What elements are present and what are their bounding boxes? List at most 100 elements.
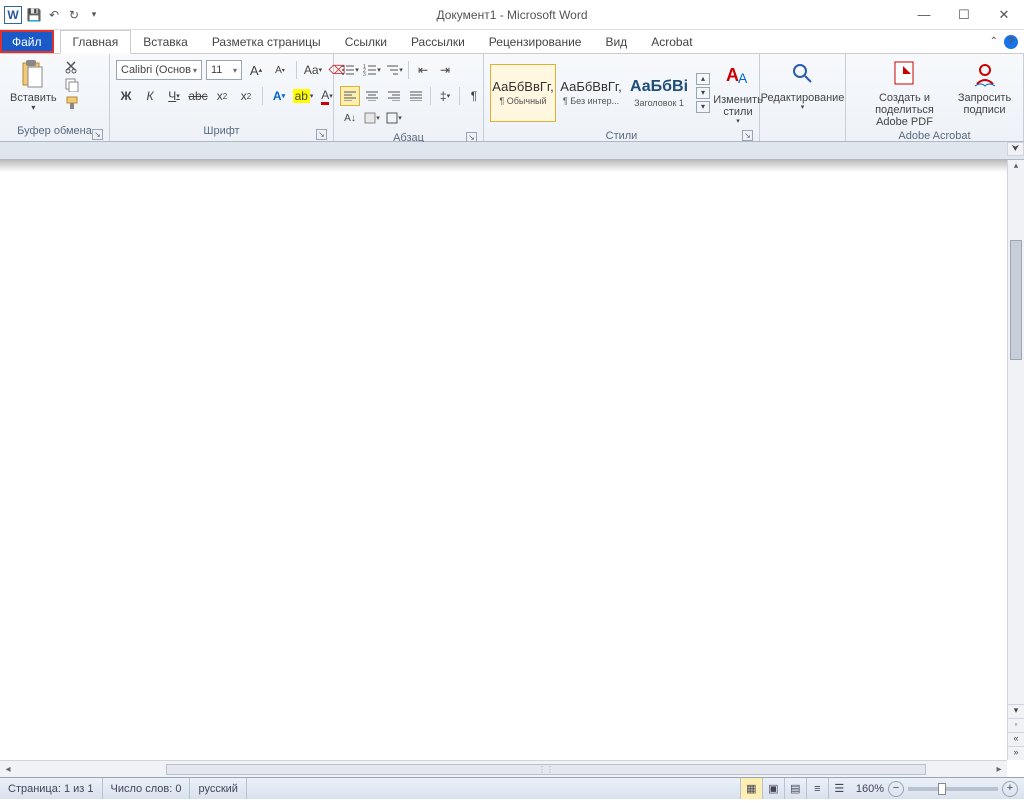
status-bar: Страница: 1 из 1 Число слов: 0 русский ▦…: [0, 777, 1024, 799]
browse-object-icon[interactable]: ◦: [1008, 718, 1024, 732]
line-spacing-icon[interactable]: ‡▾: [435, 86, 455, 106]
tab-references[interactable]: Ссылки: [333, 30, 399, 53]
superscript-icon[interactable]: x2: [236, 86, 256, 106]
ribbon: Вставить ▾ Буфер обмена ↘ Calibri (Основ…: [0, 54, 1024, 142]
paste-button[interactable]: Вставить ▾: [4, 56, 63, 115]
group-editing-label: [764, 125, 841, 141]
bullets-icon[interactable]: ▾: [340, 60, 360, 80]
show-marks-icon[interactable]: ¶: [464, 86, 484, 106]
close-button[interactable]: ✕: [984, 0, 1024, 30]
font-name-combo[interactable]: Calibri (Основ▾: [116, 60, 202, 80]
styles-scroll-down-icon[interactable]: ▾: [696, 87, 710, 99]
clipboard-dialog-launcher[interactable]: ↘: [92, 129, 103, 140]
italic-icon[interactable]: К: [140, 86, 160, 106]
copy-icon[interactable]: [65, 78, 83, 92]
qat-customize-icon[interactable]: ▾: [86, 7, 102, 23]
shrink-font-icon[interactable]: A▾: [270, 60, 290, 80]
word-count[interactable]: Число слов: 0: [103, 778, 191, 799]
tab-acrobat[interactable]: Acrobat: [639, 30, 704, 53]
scroll-up-icon[interactable]: ▴: [1008, 160, 1024, 176]
style-heading-1[interactable]: АаБбВі Заголовок 1: [626, 64, 692, 122]
find-button[interactable]: Редактирование▾: [755, 56, 851, 114]
style-normal[interactable]: АаБбВвГг, ¶ Обычный: [490, 64, 556, 122]
tab-home[interactable]: Главная: [60, 30, 132, 54]
styles-dialog-launcher[interactable]: ↘: [742, 130, 753, 141]
zoom-slider-knob[interactable]: [938, 783, 946, 795]
subscript-icon[interactable]: x2: [212, 86, 232, 106]
document-area[interactable]: [0, 160, 1007, 760]
styles-gallery-scroll: ▴ ▾ ▾: [696, 73, 710, 113]
grow-font-icon[interactable]: A▴: [246, 60, 266, 80]
draft-view-icon[interactable]: ☰: [828, 778, 850, 799]
vertical-scrollbar[interactable]: ▴ ▾ ◦ « »: [1007, 160, 1024, 760]
zoom-slider[interactable]: [908, 787, 998, 791]
increase-indent-icon[interactable]: ⇥: [435, 60, 455, 80]
page-surface[interactable]: [0, 172, 1007, 760]
undo-icon[interactable]: ↶: [46, 7, 62, 23]
style-no-spacing[interactable]: АаБбВвГг, ¶ Без интер...: [558, 64, 624, 122]
multilevel-list-icon[interactable]: ▾: [384, 60, 404, 80]
page-status[interactable]: Страница: 1 из 1: [0, 778, 103, 799]
minimize-button[interactable]: —: [904, 0, 944, 30]
save-icon[interactable]: 💾: [26, 7, 42, 23]
request-signatures-button[interactable]: Запросить подписи: [955, 56, 1015, 118]
view-mode-buttons: ▦ ▣ ▤ ≡ ☰: [740, 778, 850, 799]
font-size-combo[interactable]: 11▾: [206, 60, 242, 80]
tab-review[interactable]: Рецензирование: [477, 30, 594, 53]
expand-ribbon-icon[interactable]: ⮟: [1007, 142, 1024, 156]
styles-scroll-up-icon[interactable]: ▴: [696, 73, 710, 85]
outline-view-icon[interactable]: ≡: [806, 778, 828, 799]
group-editing: Редактирование▾: [760, 54, 846, 141]
paste-icon: [17, 58, 49, 90]
decrease-indent-icon[interactable]: ⇤: [413, 60, 433, 80]
horizontal-scroll-thumb[interactable]: ⋮⋮: [166, 764, 926, 775]
format-painter-icon[interactable]: [65, 96, 83, 110]
tab-insert[interactable]: Вставка: [131, 30, 200, 53]
styles-expand-icon[interactable]: ▾: [696, 101, 710, 113]
tab-mailings[interactable]: Рассылки: [399, 30, 477, 53]
web-layout-view-icon[interactable]: ▤: [784, 778, 806, 799]
minimize-ribbon-icon[interactable]: ⌃: [990, 36, 998, 47]
horizontal-ruler[interactable]: ⮟: [0, 142, 1024, 160]
redo-icon[interactable]: ↻: [66, 7, 82, 23]
help-icon[interactable]: ?: [1004, 35, 1018, 49]
bold-icon[interactable]: Ж: [116, 86, 136, 106]
word-logo-icon[interactable]: W: [4, 6, 22, 24]
borders-icon[interactable]: ▾: [384, 108, 404, 128]
vertical-scroll-thumb[interactable]: [1010, 240, 1022, 360]
sort-icon[interactable]: A↓: [340, 108, 360, 128]
scroll-left-icon[interactable]: ◂: [0, 764, 16, 775]
horizontal-scrollbar[interactable]: ◂ ⋮⋮ ▸: [0, 760, 1007, 777]
tab-page-layout[interactable]: Разметка страницы: [200, 30, 333, 53]
prev-page-icon[interactable]: «: [1008, 732, 1024, 746]
shading-icon[interactable]: ▾: [362, 108, 382, 128]
align-left-icon[interactable]: [340, 86, 360, 106]
create-pdf-button[interactable]: Создать и поделиться Adobe PDF: [855, 56, 955, 130]
print-layout-view-icon[interactable]: ▦: [740, 778, 762, 799]
full-screen-view-icon[interactable]: ▣: [762, 778, 784, 799]
zoom-out-button[interactable]: −: [888, 781, 904, 797]
tab-file[interactable]: Файл: [0, 30, 54, 53]
group-font-label: Шрифт ↘: [114, 125, 329, 141]
scroll-down-icon[interactable]: ▾: [1008, 704, 1024, 718]
tab-view[interactable]: Вид: [593, 30, 639, 53]
numbering-icon[interactable]: 123▾: [362, 60, 382, 80]
zoom-value[interactable]: 160%: [856, 783, 884, 795]
strikethrough-icon[interactable]: abc: [188, 86, 208, 106]
align-center-icon[interactable]: [362, 86, 382, 106]
align-right-icon[interactable]: [384, 86, 404, 106]
group-acrobat-label: Adobe Acrobat: [850, 130, 1019, 142]
next-page-icon[interactable]: »: [1008, 746, 1024, 760]
svg-text:3: 3: [363, 72, 366, 76]
text-effects-icon[interactable]: A▾: [269, 86, 289, 106]
cut-icon[interactable]: [65, 60, 83, 74]
justify-icon[interactable]: [406, 86, 426, 106]
scroll-right-icon[interactable]: ▸: [991, 764, 1007, 775]
underline-icon[interactable]: Ч▾: [164, 86, 184, 106]
font-dialog-launcher[interactable]: ↘: [316, 129, 327, 140]
maximize-button[interactable]: ☐: [944, 0, 984, 30]
change-case-icon[interactable]: Aa▾: [303, 60, 323, 80]
zoom-in-button[interactable]: +: [1002, 781, 1018, 797]
language-status[interactable]: русский: [190, 778, 246, 799]
highlight-icon[interactable]: ab▾: [293, 86, 313, 106]
